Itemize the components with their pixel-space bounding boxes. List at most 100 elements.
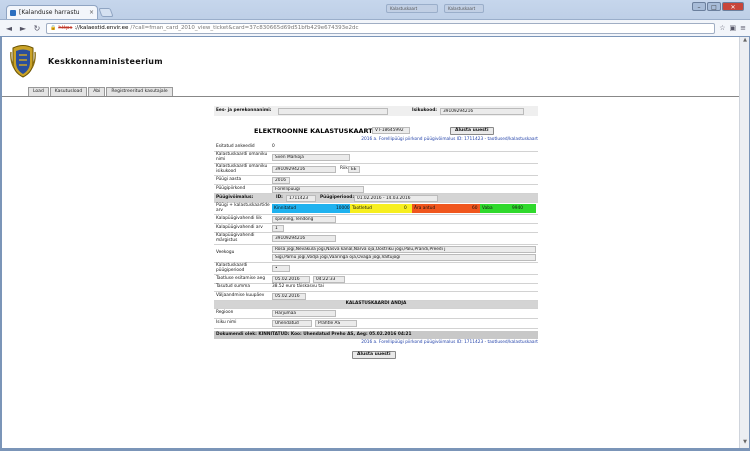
row-area: Püügipiirkond Forellipüügi (214, 185, 538, 194)
card-number: VT-18645992 (372, 127, 410, 134)
permit-link-bottom[interactable]: 2016 a. Forellipüügi piirkond püügivõima… (361, 340, 538, 345)
nav-tab-load[interactable]: Load (28, 87, 49, 96)
submitted-label: Esitatud ankeedid (216, 144, 255, 150)
new-tab-button[interactable] (98, 8, 114, 17)
vertical-scrollbar[interactable]: ▲ ▼ (739, 37, 749, 448)
seg-free-count: 9940 (510, 204, 536, 213)
row-submit-time: Taotluse esitamise aeg 05.02.2016 04:22:… (214, 275, 538, 284)
submitted-value: 0 (272, 144, 275, 150)
reload-icon[interactable]: ↻ (32, 24, 42, 33)
url-path: /?call=fman_card_2010_view_ticket&card=3… (130, 25, 359, 31)
minimize-icon[interactable]: – (692, 2, 706, 11)
row-gear-count: Kalapüügivahendi arv 1 (214, 224, 538, 233)
restart-button-top[interactable]: Alusta uuesti (450, 126, 494, 135)
scroll-up-icon[interactable]: ▲ (740, 37, 750, 46)
nav-tab-kasutusload[interactable]: Kasutusload (49, 87, 88, 96)
name-label: Ees- ja perekonnanimi: (216, 107, 272, 113)
lock-icon: 🔒 (50, 25, 57, 31)
row-issue-date: Väljaandmise kuupäev 05.02.2016 (214, 292, 538, 301)
tab-close-icon[interactable]: × (89, 9, 94, 16)
doc-status: Dokumendi olek: KINNITATUD: Koo: Uhendat… (216, 331, 412, 337)
row-card-period: Kalastuskaardi püügiperiood • (214, 263, 538, 275)
seg-requested-count: 0 (402, 204, 412, 213)
period-value: 01.02.2016 - 14.03.2016 (354, 194, 438, 202)
area-label: Püügipiirkond (216, 185, 246, 191)
seg-confirmed-count: 10000 (334, 204, 350, 213)
region-label: Regioon (216, 310, 234, 316)
region-value: Harjumaa (272, 310, 336, 317)
row-person: Isiku nimi Uhendatud Prahtle AS (214, 319, 538, 329)
star-icon[interactable]: ☆ (719, 24, 725, 32)
person-company-value: Prahtle AS (315, 320, 357, 327)
owner-id-label: Kalastuskaardi omaniku isikukood (216, 163, 268, 174)
water-value-2: Sigi,Parnu jõgi,Vodja jõgi,Vääringa oja,… (272, 254, 536, 261)
bottom-link-row: 2016 a. Forellipüügi piirkond püügivõima… (214, 339, 538, 345)
menu-icon[interactable]: ≡ (740, 24, 746, 32)
water-label: Veekogu (216, 250, 235, 256)
background-tab[interactable]: Kalastuskaart (444, 4, 484, 13)
area-value: Forellipüügi (272, 185, 364, 193)
gear-count-value: 1 (272, 224, 284, 232)
name-field[interactable] (278, 107, 388, 115)
year-label: Püügi aasta (216, 176, 242, 182)
issue-date-label: Väljaandmise kuupäev (216, 292, 265, 298)
row-permit: Püügivõimalus: ID: 1711423 Püügiperiood:… (214, 194, 538, 203)
seg-confirmed: Kinnitatud (272, 204, 334, 213)
restart-button-bottom[interactable]: Alusta uuesti (352, 351, 396, 359)
row-counts: Püügi + kalastuskaartide arv Kinnitatud … (214, 203, 538, 215)
row-owner-name: Kalastuskaardi omaniku nimi Sven Markoja (214, 152, 538, 164)
id-label: Isikukood: (412, 107, 437, 113)
scroll-down-icon[interactable]: ▼ (740, 439, 750, 448)
extension-icon[interactable]: ▣ (730, 24, 737, 32)
row-paid: Tasutud summa 38.52 euro täiskasvu tai (214, 284, 538, 292)
coat-of-arms-icon (10, 45, 36, 78)
window-controls: – □ ✕ (692, 2, 744, 11)
counts-label: Püügi + kalastuskaartide arv (216, 202, 270, 213)
top-link-row: 2016 a. Forellipüügi piirkond püügivõima… (214, 136, 538, 142)
card-title: ELEKTROONNE KALASTUSKAART nr (254, 126, 383, 135)
favicon-icon (10, 9, 16, 16)
row-region: Regioon Harjumaa (214, 309, 538, 319)
paid-value: 38.52 euro täiskasvu tai (272, 284, 324, 290)
gear-count-label: Kalapüügivahendi arv (216, 224, 263, 230)
nav-tab-abi[interactable]: Abi (88, 87, 106, 96)
row-submitted: Esitatud ankeedid 0 (214, 144, 538, 152)
maximize-icon[interactable]: □ (707, 2, 721, 11)
permit-link-top[interactable]: 2016 a. Forellipüügi piirkond püügivõima… (361, 137, 538, 142)
gear-type-value: spinning, lendõng (272, 215, 336, 223)
ministry-name: Keskkonnaministeerium (48, 57, 163, 66)
row-year: Püügi aasta 2016 (214, 176, 538, 185)
row-owner-id: Kalastuskaardi omaniku isikukood 3910929… (214, 164, 538, 176)
address-bar[interactable]: 🔒 https://kalaestid.envir.ee/?call=fman_… (46, 22, 716, 34)
paid-label: Tasutud summa (216, 284, 250, 290)
page-viewport: Keskkonnaministeerium Load Kasutusload A… (2, 37, 739, 448)
browser-toolbar: ◄ ► ↻ 🔒 https://kalaestid.envir.ee/?call… (0, 19, 750, 36)
id-field[interactable]: 39109294216 (440, 107, 524, 115)
card-period-label: Kalastuskaardi püügiperiood (216, 262, 248, 273)
issuer-heading-row: KALASTUSKAARDI ANDJA (214, 301, 538, 309)
country-label: Riik (340, 166, 348, 172)
row-gear-type: Kalapüügivahendi liik spinning, lendõng (214, 215, 538, 224)
browser-chrome: [Kalanduse harrastu × Kalastuskaart Kala… (0, 0, 750, 36)
browser-tab[interactable]: [Kalanduse harrastu × (6, 5, 98, 19)
submit-time-label: Taotluse esitamise aeg (216, 275, 266, 281)
year-value: 2016 (272, 176, 290, 184)
site-nav: Load Kasutusload Abi Registreeritud kasu… (28, 87, 173, 96)
forward-icon[interactable]: ► (18, 24, 28, 33)
owner-name-label: Kalastuskaardi omaniku nimi (216, 151, 268, 162)
nav-tab-registered[interactable]: Registreeritud kasutajale (106, 87, 173, 96)
tab-title: [Kalanduse harrastu (19, 9, 80, 16)
doc-status-row: Dokumendi olek: KINNITATUD: Koo: Uhendat… (214, 331, 538, 339)
owner-id-value: 39109294216 (272, 166, 336, 173)
person-label: Isiku nimi (216, 320, 237, 326)
site-header: Keskkonnaministeerium (2, 37, 739, 85)
card-period-value[interactable]: • (272, 265, 290, 272)
person-value: Uhendatud (272, 320, 312, 327)
back-icon[interactable]: ◄ (4, 24, 14, 33)
search-row: Ees- ja perekonnanimi: Isikukood: 391092… (214, 106, 538, 116)
close-icon[interactable]: ✕ (722, 2, 744, 11)
row-gear-mark: Kalapüügivahendi märgistus 39109294216 (214, 233, 538, 245)
owner-name-value: Sven Markoja (272, 154, 350, 161)
background-tab[interactable]: Kalastuskaart (386, 4, 438, 13)
seg-requested: Taotletud (350, 204, 402, 213)
